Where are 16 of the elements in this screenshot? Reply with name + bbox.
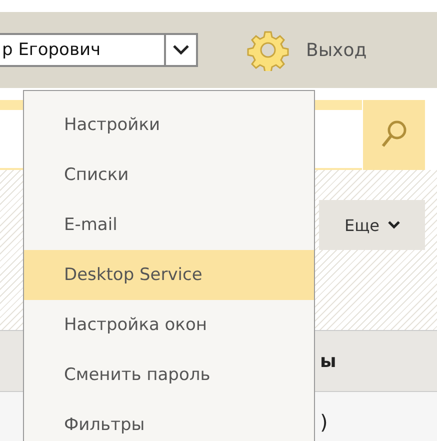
chevron-down-icon (388, 221, 400, 229)
gear-icon (247, 29, 289, 71)
column-header: ы (320, 350, 336, 372)
chevron-down-icon (172, 44, 190, 56)
menu-item[interactable]: Настройка окон (24, 300, 314, 350)
menu-item[interactable]: Настройки (24, 100, 314, 150)
logout-link[interactable]: Выход (306, 40, 367, 60)
menu-item[interactable]: Списки (24, 150, 314, 200)
menu-item[interactable]: Фильтры (24, 400, 314, 441)
menu-item[interactable]: Desktop Service (24, 250, 314, 300)
user-select[interactable]: р Егорович (0, 33, 198, 67)
search-button[interactable] (363, 100, 425, 170)
menu-item[interactable]: Сменить пароль (24, 350, 314, 400)
menu-item[interactable]: E-mail (24, 200, 314, 250)
table-cell: ) (320, 410, 328, 434)
more-button[interactable]: Еще (319, 200, 425, 250)
